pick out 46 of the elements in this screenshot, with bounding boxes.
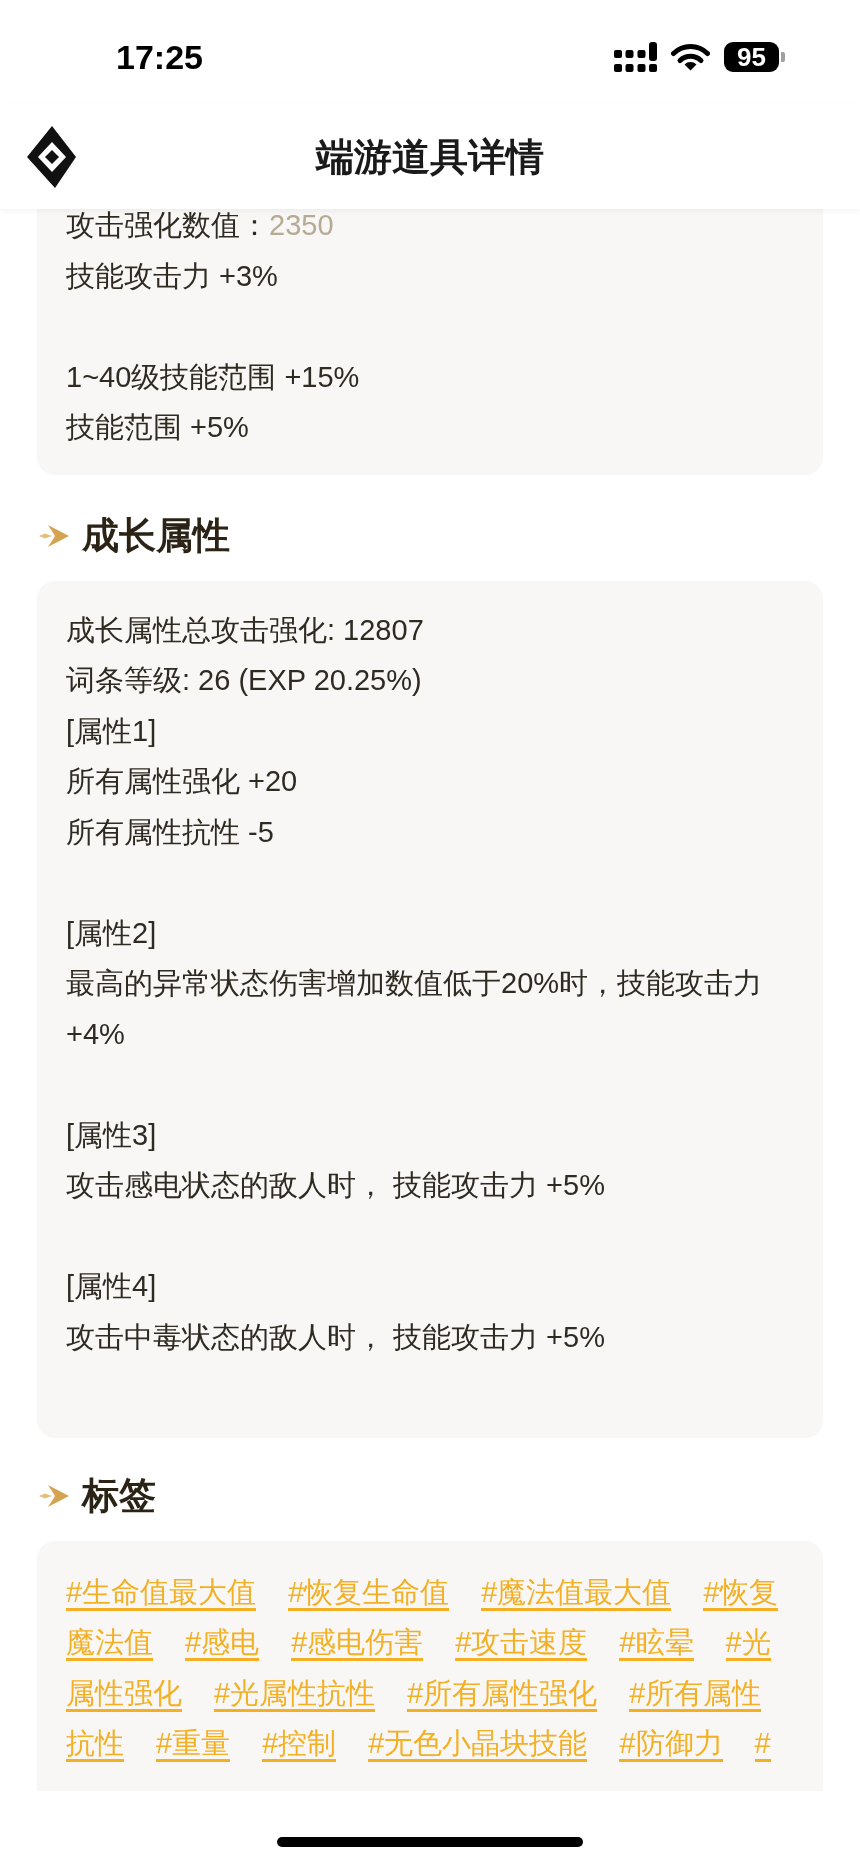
attribute-line: [属性1]: [66, 713, 158, 749]
tag-link[interactable]: #感电: [185, 1626, 260, 1661]
attribute-line: 攻击感电状态的敌人时， 技能攻击力 +5%: [66, 1168, 606, 1203]
tag-link[interactable]: #防御力: [619, 1727, 723, 1762]
tag-link[interactable]: 属性强化: [66, 1676, 182, 1712]
attribute-line: 技能攻击力 +3%: [66, 258, 279, 294]
attribute-line: 所有属性抗性 -5: [66, 814, 275, 850]
tag-link[interactable]: #眩晕: [619, 1626, 694, 1661]
attribute-line: [属性4]: [66, 1269, 158, 1304]
tag-link[interactable]: #重量: [156, 1727, 231, 1762]
arrow-icon: [39, 522, 69, 549]
attribute-line: 最高的异常状态伤害增加数值低于20%时，技能攻击力 +4%: [66, 966, 764, 1052]
attribute-line: 1~40级技能范围 +15%: [66, 359, 361, 395]
attribute-line: 词条等级: 26 (EXP 20.25%): [66, 663, 423, 698]
tag-link[interactable]: #光: [725, 1626, 771, 1661]
arrow-icon: [39, 1482, 69, 1509]
wifi-icon: [671, 43, 710, 71]
battery-percentage: 95: [737, 42, 766, 72]
tag-link[interactable]: #恢复生命值: [288, 1575, 450, 1611]
tag-link[interactable]: #生命值最大值: [66, 1575, 257, 1611]
section-title: 成长属性: [82, 513, 230, 558]
tag-link[interactable]: #所有属性强化: [407, 1676, 598, 1712]
tag-link[interactable]: #感电伤害: [291, 1626, 424, 1661]
attribute-line: 所有属性强化 +20: [66, 764, 299, 799]
attribute-line: [属性3]: [66, 1117, 158, 1153]
logo-icon[interactable]: [27, 125, 76, 188]
tag-link[interactable]: #: [754, 1727, 771, 1762]
tag-link[interactable]: #所有属性: [629, 1676, 762, 1712]
tag-link[interactable]: 抗性: [66, 1727, 124, 1762]
tag-link[interactable]: #光属性抗性: [214, 1676, 376, 1712]
attribute-line: 攻击中毒状态的敌人时， 技能攻击力 +5%: [66, 1319, 606, 1355]
stat-value: 2350: [269, 209, 334, 243]
attribute-line: 成长属性总攻击强化: 12807: [66, 612, 425, 648]
section-title: 标签: [82, 1473, 156, 1518]
tag-link[interactable]: #无色小晶块技能: [368, 1727, 588, 1762]
status-time: 17:25: [116, 37, 203, 77]
signal-icon: [613, 42, 657, 72]
tag-link[interactable]: #魔法值最大值: [481, 1575, 672, 1611]
tag-link[interactable]: #控制: [262, 1727, 337, 1762]
stat-label: 攻击强化数值：: [66, 209, 269, 243]
attribute-line: [属性2]: [66, 915, 158, 951]
tag-link[interactable]: #恢复: [703, 1575, 778, 1611]
tag-link[interactable]: 魔法值: [66, 1626, 153, 1661]
attribute-line: 技能范围 +5%: [66, 410, 250, 445]
page-title: 端游道具详情: [316, 134, 544, 180]
tag-link[interactable]: #攻击速度: [455, 1626, 588, 1661]
